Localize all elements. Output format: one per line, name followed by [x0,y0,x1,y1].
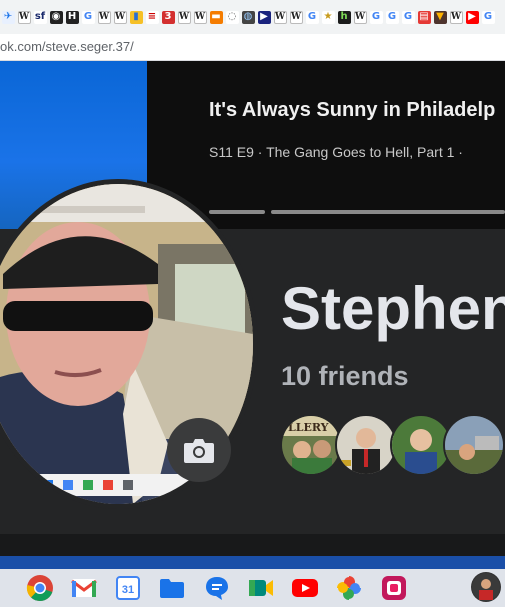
wikipedia-icon[interactable]: W [177,10,191,24]
friend-avatar[interactable] [443,414,505,476]
camera-icon [184,439,214,463]
wikipedia-icon[interactable]: W [289,10,303,24]
friends-count[interactable]: 10 friends [281,361,409,392]
account-avatar[interactable] [471,572,501,602]
progress-segment-2 [271,210,505,214]
friend-avatar[interactable]: LLERY [280,414,342,476]
sf-icon[interactable]: sf [33,10,47,24]
circle-icon[interactable]: ◌ [225,10,239,24]
ups-icon[interactable]: ▼ [433,10,447,24]
calendar-date: 31 [122,584,134,596]
svg-text:LLERY: LLERY [288,421,329,434]
h-icon[interactable]: H [65,10,79,24]
google-icon[interactable]: G [305,10,319,24]
meet-icon[interactable] [247,574,275,602]
wikipedia-icon[interactable]: W [353,10,367,24]
globe-icon[interactable]: ◉ [49,10,63,24]
camera-button[interactable] [167,418,231,482]
chrome-icon[interactable] [26,574,54,602]
calendar-icon[interactable]: 31 [114,574,142,602]
files-icon[interactable] [158,574,186,602]
photos-icon[interactable] [335,574,363,602]
google-icon[interactable]: G [481,10,495,24]
wikipedia-icon[interactable]: W [113,10,127,24]
h-green-icon[interactable]: h [337,10,351,24]
red-square-icon[interactable]: ▤ [417,10,431,24]
url-host: ok.com [0,39,42,54]
app-icon[interactable] [380,574,408,602]
bag-icon[interactable]: ▮ [129,10,143,24]
youtube-icon[interactable]: ▶ [465,10,479,24]
show-episode: S11 E9 · The Gang Goes to Hell, Part 1 · [209,144,463,160]
bookmarks-bar: ✈ Wsf ◉ H G W W ▮ ≡ 3 W W ▬ ◌ ◍ ▶ W W G ★ h W G G G ▤ ▼ W ▶ G [0,0,505,34]
channel-3-icon[interactable]: 3 [161,10,175,24]
wikipedia-icon[interactable]: W [449,10,463,24]
progress-segment-1 [209,210,265,214]
google-icon[interactable]: G [385,10,399,24]
earth-icon[interactable]: ◍ [241,10,255,24]
wikipedia-icon[interactable]: W [17,10,31,24]
wikipedia-icon[interactable]: W [193,10,207,24]
wikipedia-icon[interactable]: W [273,10,287,24]
address-bar[interactable]: ok.com/steve.seger.37/ [0,34,505,61]
wikipedia-icon[interactable]: W [97,10,111,24]
friend-avatar[interactable] [335,414,397,476]
profile-name: Stephen [281,275,505,342]
news-icon[interactable]: ≡ [145,10,159,24]
page-footer-dark [0,534,505,556]
star-icon[interactable]: ★ [321,10,335,24]
url-path: /steve.seger.37/ [41,39,134,54]
gmail-icon[interactable] [70,574,98,602]
youtube-icon[interactable] [291,574,319,602]
url-text[interactable]: ok.com/steve.seger.37/ [0,39,134,54]
page-footer-blue [0,556,505,569]
google-icon[interactable]: G [369,10,383,24]
google-icon[interactable]: G [81,10,95,24]
flag-icon[interactable]: ▶ [257,10,271,24]
plane-icon[interactable]: ✈ [1,10,15,24]
google-icon[interactable]: G [401,10,415,24]
messages-icon[interactable] [203,574,231,602]
stack-icon[interactable]: ▬ [209,10,223,24]
show-title: It's Always Sunny in Philadelp [209,99,496,121]
